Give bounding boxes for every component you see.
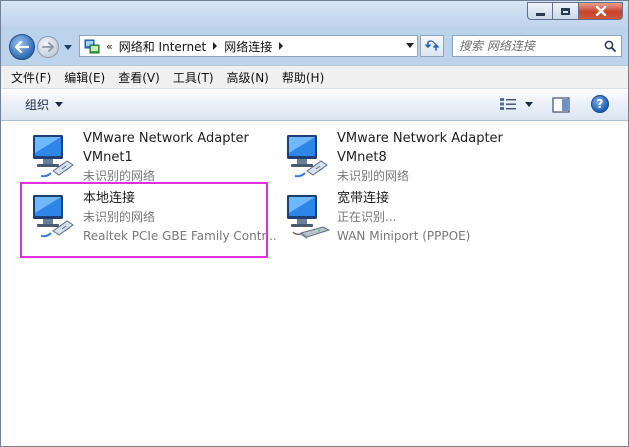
back-button[interactable]: [9, 34, 35, 60]
network-folder-icon: [84, 39, 100, 54]
network-computer-icon: [33, 195, 74, 238]
organize-button[interactable]: 组织: [25, 96, 64, 113]
connection-item-vmnet1[interactable]: VMware Network Adapter VMnet1 未识别的网络: [23, 129, 271, 187]
recent-pages-button[interactable]: [63, 42, 73, 52]
preview-pane-icon: [552, 97, 570, 113]
search-input[interactable]: [459, 37, 599, 55]
connection-name-line2: VMnet1: [83, 150, 133, 165]
close-icon: [595, 6, 606, 16]
connection-item-local-area[interactable]: 本地连接 未识别的网络 Realtek PCIe GBE Family Cont…: [23, 189, 277, 247]
connection-name: VMware Network Adapter: [337, 131, 503, 146]
connection-name: VMware Network Adapter: [83, 131, 249, 146]
connection-status: 未识别的网络: [83, 210, 156, 224]
connection-device: WAN Miniport (PPPOE): [337, 229, 471, 243]
refresh-icon: [425, 40, 439, 51]
breadcrumb-separator-icon[interactable]: [279, 42, 284, 50]
preview-pane-button[interactable]: [552, 97, 570, 116]
view-options-dropdown-icon[interactable]: [525, 102, 533, 107]
maximize-icon: [561, 7, 570, 15]
refresh-button[interactable]: [420, 35, 444, 57]
connection-name: 本地连接: [83, 191, 136, 206]
minimize-button[interactable]: [527, 2, 553, 20]
connection-name: 宽带连接: [337, 191, 390, 206]
title-bar[interactable]: [1, 1, 628, 31]
help-button[interactable]: ?: [591, 95, 609, 113]
chevron-down-icon: [55, 102, 64, 107]
forward-button[interactable]: [37, 36, 59, 58]
connection-status: 正在识别...: [337, 210, 397, 224]
connection-name-line2: VMnet8: [337, 150, 387, 165]
view-details-icon: [500, 98, 516, 110]
breadcrumb-separator-icon[interactable]: [213, 42, 218, 50]
organize-label: 组织: [25, 98, 50, 112]
arrow-left-icon: [15, 41, 29, 53]
breadcrumb-network-internet[interactable]: 网络和 Internet: [119, 38, 206, 55]
maximize-button[interactable]: [553, 2, 579, 20]
menu-tools[interactable]: 工具(T): [167, 69, 221, 86]
connection-status: 未识别的网络: [337, 169, 410, 183]
search-box[interactable]: [452, 35, 622, 57]
menu-file[interactable]: 文件(F): [5, 69, 58, 86]
menu-view[interactable]: 查看(V): [112, 69, 167, 86]
broadband-modem-icon: [287, 195, 331, 239]
command-bar: 组织 ?: [1, 89, 628, 121]
explorer-window: « 网络和 Internet 网络连接 文件(F) 编辑(E) 查看(V): [0, 0, 629, 447]
menu-bar: 文件(F) 编辑(E) 查看(V) 工具(T) 高级(N) 帮助(H): [1, 65, 628, 89]
chevron-down-icon: [64, 44, 72, 50]
connection-item-vmnet8[interactable]: VMware Network Adapter VMnet8 未识别的网络: [277, 129, 525, 187]
breadcrumb-network-connections[interactable]: 网络连接: [224, 38, 272, 55]
close-button[interactable]: [579, 2, 623, 20]
network-computer-icon: [287, 135, 328, 178]
change-view-button[interactable]: [499, 97, 517, 114]
help-icon: ?: [596, 97, 604, 111]
menu-edit[interactable]: 编辑(E): [58, 69, 112, 86]
minimize-icon: [535, 12, 545, 16]
network-computer-icon: [33, 135, 74, 178]
connection-device: Realtek PCIe GBE Family Contr...: [83, 229, 277, 243]
navigation-bar: « 网络和 Internet 网络连接: [1, 31, 628, 63]
arrow-right-icon: [42, 42, 54, 52]
menu-advanced[interactable]: 高级(N): [221, 69, 276, 86]
window-controls: [527, 2, 623, 20]
search-icon[interactable]: [604, 40, 616, 52]
connection-item-broadband[interactable]: 宽带连接 正在识别... WAN Miniport (PPPOE): [277, 189, 525, 247]
connections-list: VMware Network Adapter VMnet1 未识别的网络 VMw…: [1, 121, 628, 446]
menu-help[interactable]: 帮助(H): [276, 69, 331, 86]
breadcrumb-overflow[interactable]: «: [106, 40, 113, 53]
address-dropdown-icon[interactable]: [406, 43, 414, 48]
address-bar[interactable]: « 网络和 Internet 网络连接: [79, 35, 418, 57]
